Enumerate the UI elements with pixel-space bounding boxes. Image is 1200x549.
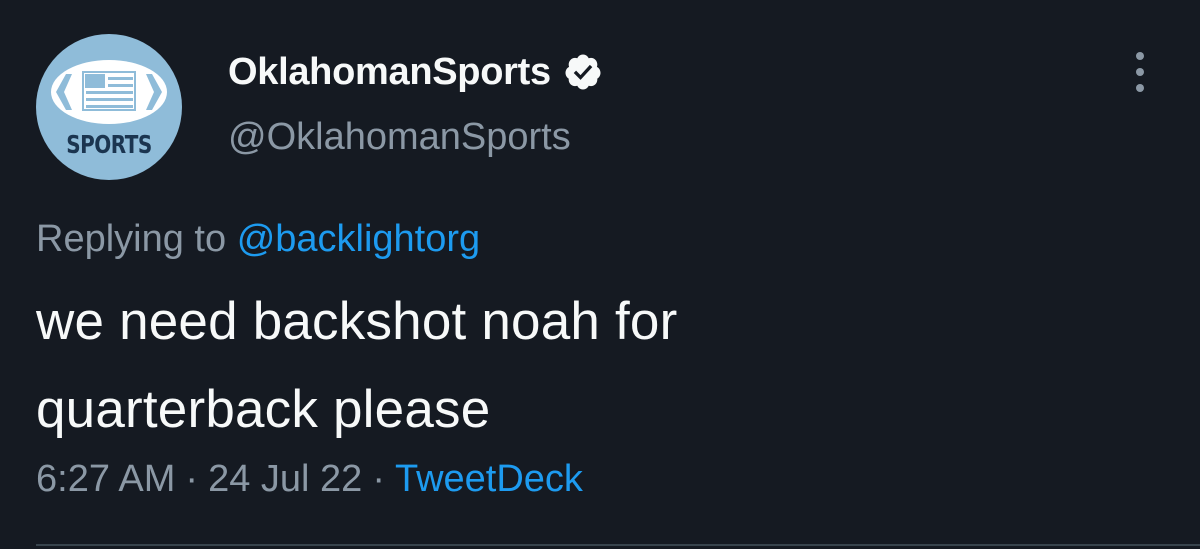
- divider: [36, 544, 1200, 546]
- tweet-time[interactable]: 6:27 AM: [36, 458, 175, 500]
- replying-to-line: Replying to @backlightorg: [36, 218, 480, 261]
- tweet-date[interactable]: 24 Jul 22: [208, 458, 362, 500]
- verified-badge-icon: [565, 54, 601, 90]
- tweet-text-line: quarterback please: [36, 380, 491, 439]
- meta-separator: ·: [372, 458, 385, 500]
- tweet-source[interactable]: TweetDeck: [395, 458, 583, 500]
- replying-to-mention[interactable]: @backlightorg: [237, 218, 480, 260]
- display-name[interactable]: OklahomanSports: [228, 51, 551, 94]
- avatar[interactable]: SPORTS: [36, 34, 182, 180]
- tweet-text-line: we need backshot noah for: [36, 292, 678, 351]
- replying-prefix: Replying to: [36, 218, 227, 260]
- more-dot: [1136, 68, 1144, 76]
- tweet-card: SPORTS OklahomanSports @OklahomanSports …: [0, 0, 1200, 549]
- tweet-text: we need backshot noah for quarterback pl…: [36, 278, 1156, 454]
- more-options-icon[interactable]: [1128, 52, 1152, 92]
- author-handle[interactable]: @OklahomanSports: [228, 116, 571, 159]
- more-dot: [1136, 84, 1144, 92]
- tweet-meta: 6:27 AM · 24 Jul 22 · TweetDeck: [36, 458, 583, 501]
- meta-separator: ·: [185, 458, 199, 500]
- avatar-label: SPORTS: [66, 129, 152, 159]
- author-name-row: OklahomanSports: [228, 46, 603, 98]
- more-dot: [1136, 52, 1144, 60]
